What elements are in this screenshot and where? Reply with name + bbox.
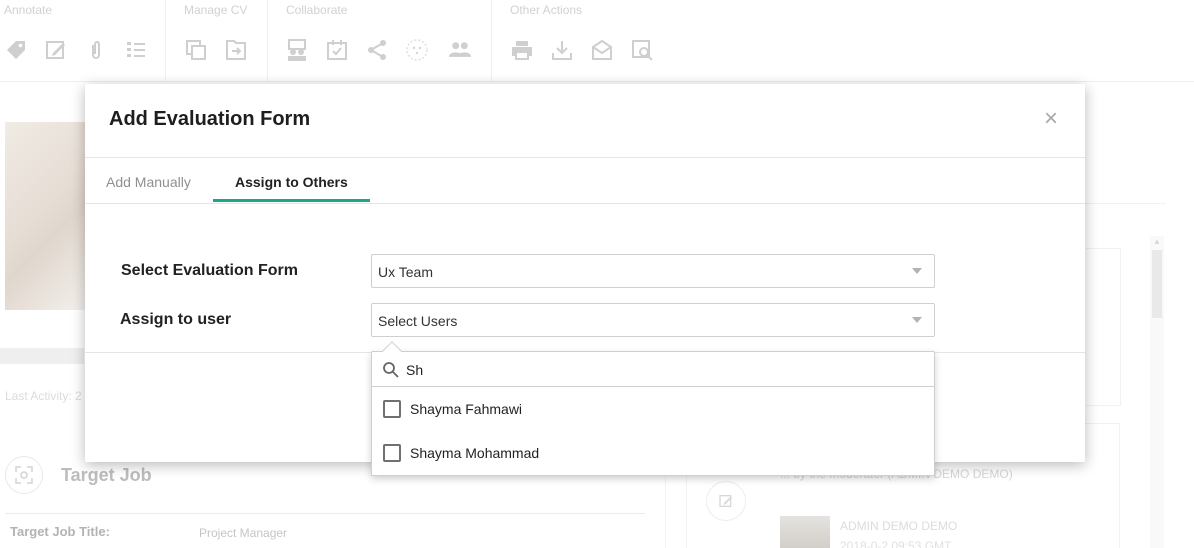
user-option-label: Shayma Mohammad: [410, 445, 540, 461]
close-icon[interactable]: ×: [1041, 107, 1061, 131]
user-option-shayma-mohammad[interactable]: Shayma Mohammad: [372, 432, 934, 476]
search-icon: [382, 361, 400, 379]
chevron-down-icon: [912, 317, 922, 323]
dropdown-search-bar: [372, 352, 934, 387]
assign-users-placeholder: Select Users: [378, 313, 458, 329]
active-tab-indicator: [213, 199, 370, 202]
evaluation-form-select[interactable]: Ux Team: [371, 254, 935, 288]
assign-users-select[interactable]: Select Users: [371, 303, 935, 337]
select-evaluation-form-label: Select Evaluation Form: [121, 262, 298, 279]
divider: [85, 203, 1085, 204]
users-dropdown: Shayma Fahmawi Shayma Mohammad: [371, 341, 935, 476]
assign-to-user-label: Assign to user: [120, 311, 232, 328]
tab-add-manually[interactable]: Add Manually: [106, 174, 191, 190]
user-option-label: Shayma Fahmawi: [410, 401, 523, 417]
dialog-title: Add Evaluation Form: [109, 108, 311, 130]
checkbox[interactable]: [383, 444, 401, 462]
user-search-input[interactable]: [406, 359, 906, 381]
user-option-shayma-fahmawi[interactable]: Shayma Fahmawi: [372, 388, 934, 432]
evaluation-form-selected-value: Ux Team: [378, 264, 433, 280]
divider: [85, 157, 1085, 158]
chevron-down-icon: [912, 268, 922, 274]
checkbox[interactable]: [383, 400, 401, 418]
tab-assign-to-others[interactable]: Assign to Others: [235, 174, 348, 190]
